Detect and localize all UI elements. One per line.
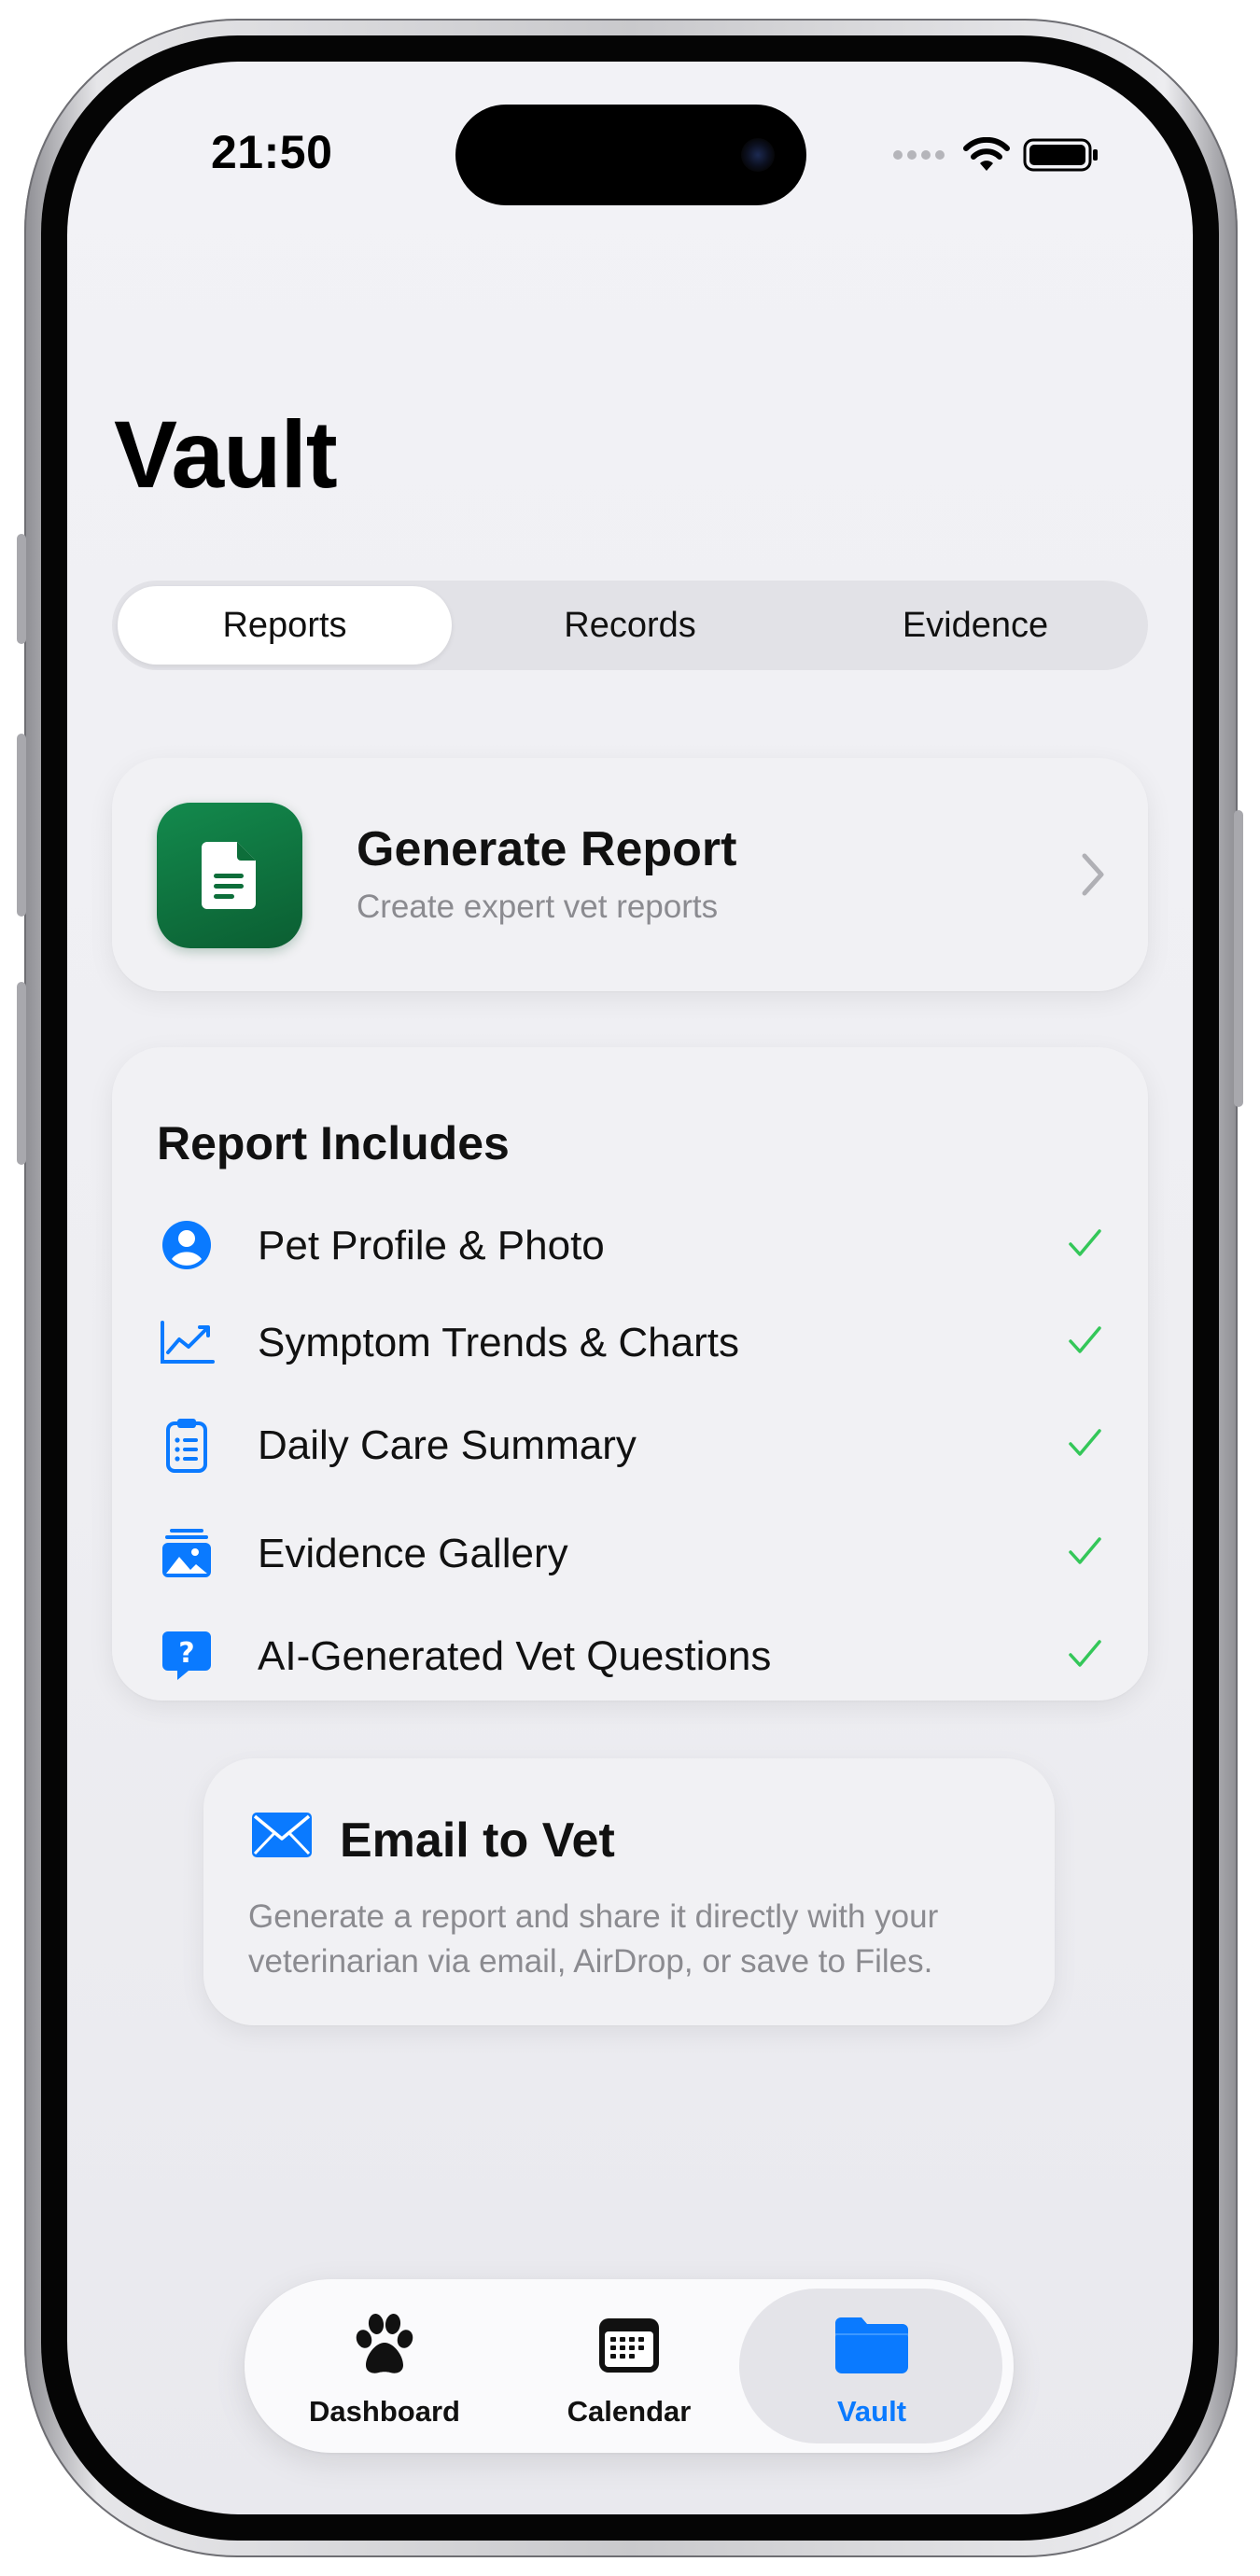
svg-text:?: ? xyxy=(178,1637,194,1670)
generate-report-title: Generate Report xyxy=(357,822,737,876)
cellular-signal-icon xyxy=(893,150,945,160)
list-item-label: AI-Generated Vet Questions xyxy=(258,1633,772,1679)
segment-evidence[interactable]: Evidence xyxy=(808,586,1142,665)
question-bubble-icon: ? xyxy=(159,1628,215,1684)
chevron-right-icon xyxy=(1082,853,1104,896)
email-to-vet-description: Generate a report and share it directly … xyxy=(248,1898,939,1980)
list-item: Symptom Trends & Charts xyxy=(112,1305,1148,1379)
checkmark-icon xyxy=(1069,1537,1101,1564)
generate-report-subtitle: Create expert vet reports xyxy=(357,889,719,925)
list-item: Evidence Gallery xyxy=(112,1516,1148,1590)
tab-label: Dashboard xyxy=(309,2395,460,2428)
page-title: Vault xyxy=(114,401,338,508)
calendar-icon xyxy=(508,2309,750,2380)
envelope-icon xyxy=(252,1813,312,1857)
person-circle-icon xyxy=(159,1217,215,1273)
paw-icon xyxy=(263,2309,506,2380)
checkmark-icon xyxy=(1069,1640,1101,1667)
camera-icon xyxy=(741,138,775,172)
segment-records[interactable]: Records xyxy=(463,586,797,665)
clipboard-icon xyxy=(159,1417,215,1473)
power-button xyxy=(1234,810,1243,1107)
volume-down-button xyxy=(17,982,26,1165)
tab-vault[interactable]: Vault xyxy=(750,2279,993,2453)
generate-report-card[interactable]: Generate Report Create expert vet report… xyxy=(112,758,1148,991)
list-item-label: Evidence Gallery xyxy=(258,1531,568,1576)
screen: 21:50 Vault Reports Records Evidence Gen… xyxy=(67,62,1193,2514)
email-to-vet-card[interactable]: Email to Vet Generate a report and share… xyxy=(203,1758,1055,2025)
segment-reports[interactable]: Reports xyxy=(118,586,452,665)
segmented-control: Reports Records Evidence xyxy=(112,581,1148,670)
status-time: 21:50 xyxy=(211,126,333,178)
list-item: Pet Profile & Photo xyxy=(112,1208,1148,1282)
document-icon xyxy=(157,803,302,948)
tab-label: Vault xyxy=(836,2395,907,2428)
status-icons xyxy=(893,136,1099,174)
dynamic-island xyxy=(455,105,806,205)
photo-stack-icon xyxy=(159,1525,215,1581)
battery-icon xyxy=(1023,138,1098,172)
checkmark-icon xyxy=(1069,1326,1101,1353)
folder-icon xyxy=(750,2309,993,2380)
checkmark-icon xyxy=(1069,1229,1101,1256)
chart-line-icon xyxy=(159,1314,215,1370)
volume-up-button xyxy=(17,734,26,917)
list-item-label: Pet Profile & Photo xyxy=(258,1223,605,1268)
tab-bar: Dashboard Calendar Vault xyxy=(245,2279,1014,2453)
list-item-label: Daily Care Summary xyxy=(258,1422,637,1468)
list-item: Daily Care Summary xyxy=(112,1407,1148,1482)
tab-label: Calendar xyxy=(567,2395,692,2428)
list-item-label: Symptom Trends & Charts xyxy=(258,1320,739,1365)
report-includes-card: Report Includes Pet Profile & Photo Symp… xyxy=(112,1047,1148,1701)
tab-dashboard[interactable]: Dashboard xyxy=(263,2279,506,2453)
checkmark-icon xyxy=(1069,1429,1101,1456)
tab-calendar[interactable]: Calendar xyxy=(508,2279,750,2453)
email-to-vet-title: Email to Vet xyxy=(340,1813,615,1868)
list-item: ? AI-Generated Vet Questions xyxy=(112,1618,1148,1693)
wifi-icon xyxy=(963,137,1010,171)
report-includes-title: Report Includes xyxy=(157,1117,510,1169)
action-button xyxy=(17,534,26,644)
